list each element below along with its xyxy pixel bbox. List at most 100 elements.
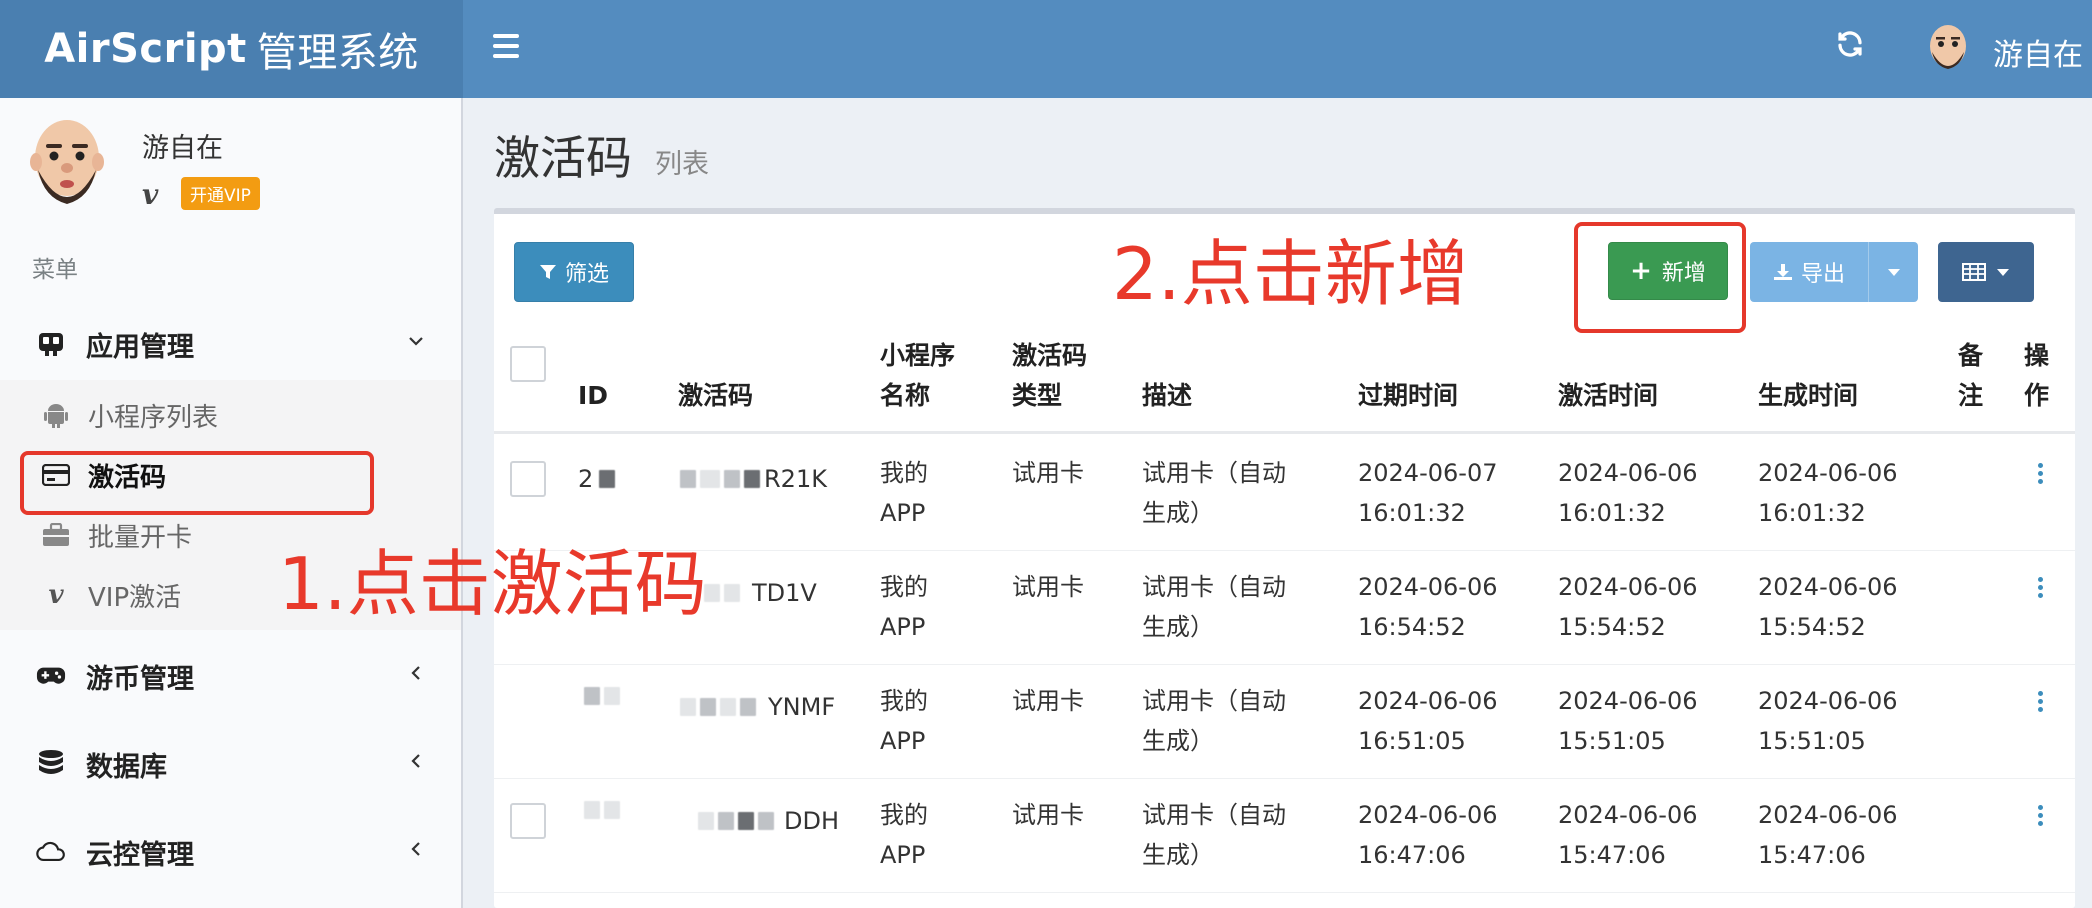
nav-group-cloud-control[interactable]: 云控管理 [0,818,461,886]
top-user-name[interactable]: 游自在 [1993,30,2083,74]
row-actions-kebab-icon[interactable] [2036,805,2044,829]
row-code: R21K [680,459,827,499]
row-code: DDH [698,801,839,841]
filter-button[interactable]: 筛选 [514,242,634,302]
page-title: 激活码 [494,131,632,185]
redaction-mark [720,698,736,716]
row-desc-line1: 试用卡（自动 [1142,801,1286,829]
row-desc-line1: 试用卡（自动 [1142,459,1286,487]
annotation-step1: 1.点击激活码 [278,542,707,626]
add-label: 新增 [1661,261,1706,286]
export-dropdown-toggle[interactable] [1868,242,1918,302]
row-activate-time: 15:47:06 [1558,841,1666,869]
select-all-checkbox[interactable] [510,346,546,382]
redaction-mark [599,470,616,488]
redaction-mark [698,812,714,830]
sidebar-item-activation-code[interactable]: 激活码 [0,448,461,502]
redaction-mark [680,698,696,716]
sidebar-user-name: 游自在 [142,133,223,164]
sidebar-item-label: 激活码 [88,462,167,493]
col-header-type-line2[interactable]: 类型 [1012,376,1062,416]
row-type: 试用卡 [1012,687,1084,715]
vip-badge[interactable]: 开通VIP [181,177,260,210]
row-created-time: 15:47:06 [1758,841,1866,869]
row-app-line1: 我的 [880,573,928,601]
caret-down-icon [1887,267,1901,277]
row-id: 2 [578,459,619,499]
col-header-app-name-line2[interactable]: 名称 [880,376,930,416]
col-header-remark-line1[interactable]: 备 [1958,336,1983,376]
sidebar-item-miniapp-list[interactable]: 小程序列表 [0,388,461,442]
sidebar-item-label: 小程序列表 [88,402,219,433]
row-id-text: 2 [578,465,594,493]
col-header-code[interactable]: 激活码 [678,376,753,416]
col-header-created[interactable]: 生成时间 [1758,376,1858,416]
row-activate-date: 2024-06-06 [1558,573,1698,601]
row-created-date: 2024-06-06 [1758,459,1898,487]
columns-toggle-button[interactable] [1938,242,2034,302]
row-created-date: 2024-06-06 [1758,801,1898,829]
table-row[interactable]: DDH 我的 APP 试用卡 试用卡（自动 生成） 2024-06-06 16:… [494,779,2075,893]
row-actions-kebab-icon[interactable] [2036,577,2044,601]
hamburger-icon[interactable] [493,34,519,58]
database-icon [36,749,66,779]
vimeo-icon: v [48,580,64,610]
filter-label: 筛选 [564,262,609,287]
redaction-mark [740,698,756,716]
col-header-expire[interactable]: 过期时间 [1358,376,1458,416]
nav-group-app-management[interactable]: 应用管理 [0,310,461,378]
table-row[interactable]: TD1V 我的 APP 试用卡 试用卡（自动 生成） 2024-06-06 16… [494,551,2075,665]
row-type: 试用卡 [1012,573,1084,601]
row-code: YNMF [680,687,835,727]
content-box: 筛选 + 新增 导出 2.点击新增 ID 激活码 小程序 名称 激活码 类型 描… [494,208,2075,908]
export-button[interactable]: 导出 [1750,242,1868,302]
row-actions-kebab-icon[interactable] [2036,463,2044,487]
table-row[interactable]: YNMF 我的 APP 试用卡 试用卡（自动 生成） 2024-06-06 16… [494,665,2075,779]
row-created-time: 16:01:32 [1758,499,1866,527]
app-icon [36,329,66,359]
logo-light-text: 管理系统 [256,30,419,76]
filter-icon [539,263,557,281]
col-header-activate[interactable]: 激活时间 [1558,376,1658,416]
row-app-line1: 我的 [880,459,928,487]
table-row[interactable]: 2 R21K 我的 APP 试用卡 试用卡（自动 生成） 2024-06-07 … [494,437,2075,551]
redaction-mark [744,470,760,488]
row-actions-kebab-icon[interactable] [2036,691,2044,715]
credit-card-icon [42,461,70,489]
row-activate-date: 2024-06-06 [1558,687,1698,715]
nav-group-label: 云控管理 [86,839,194,871]
briefcase-icon [42,521,70,549]
col-header-desc[interactable]: 描述 [1142,376,1192,416]
table-header-row: ID 激活码 小程序 名称 激活码 类型 描述 过期时间 激活时间 生成时间 备… [494,324,2075,434]
row-expire-time: 16:47:06 [1358,841,1466,869]
redaction-mark [584,687,600,705]
row-code-text: TD1V [752,579,817,607]
chevron-down-icon [407,331,425,356]
row-type: 试用卡 [1012,459,1084,487]
nav-group-label: 游币管理 [86,663,194,695]
row-checkbox[interactable] [510,803,546,839]
redaction-mark [680,470,696,488]
col-header-id[interactable]: ID [578,376,608,416]
col-header-remark-line2[interactable]: 注 [1958,376,1983,416]
nav-group-coin-management[interactable]: 游币管理 [0,642,461,710]
col-header-app-name-line1[interactable]: 小程序 [880,336,955,376]
row-created-date: 2024-06-06 [1758,573,1898,601]
row-activate-date: 2024-06-06 [1558,459,1698,487]
row-expire-date: 2024-06-06 [1358,687,1498,715]
menu-header: 菜单 [32,257,78,283]
chevron-left-icon [407,663,425,688]
top-avatar[interactable] [1923,22,1973,76]
row-checkbox[interactable] [510,461,546,497]
row-activate-time: 15:54:52 [1558,613,1666,641]
row-app-line2: APP [880,727,926,755]
add-button[interactable]: + 新增 [1608,242,1728,300]
col-header-type-line1[interactable]: 激活码 [1012,336,1087,376]
refresh-icon[interactable] [1835,28,1865,68]
app-logo[interactable]: AirScript 管理系统 [0,0,463,98]
row-desc-line2: 生成） [1142,727,1214,755]
sidebar-item-label: 批量开卡 [88,522,193,553]
download-icon [1773,263,1793,281]
redaction-mark [724,584,740,602]
nav-group-database[interactable]: 数据库 [0,730,461,798]
